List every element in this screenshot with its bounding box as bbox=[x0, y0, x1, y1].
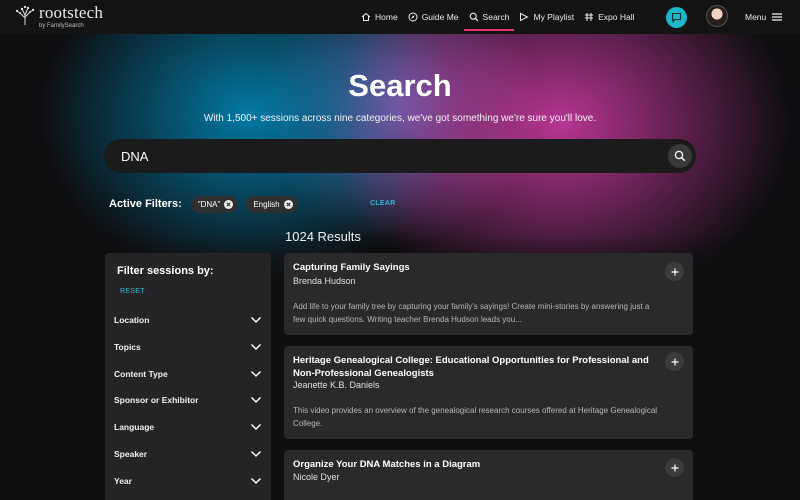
result-card[interactable]: Organize Your DNA Matches in a Diagram N… bbox=[284, 450, 693, 500]
facet-sponsor-or-exhibitor[interactable]: Sponsor or Exhibitor bbox=[114, 392, 262, 408]
remove-filter-icon[interactable] bbox=[283, 199, 293, 209]
nav-guide-me-label: Guide Me bbox=[421, 12, 459, 22]
facet-label: Year bbox=[114, 476, 132, 486]
chevron-down-icon bbox=[250, 450, 262, 458]
add-to-playlist-button[interactable] bbox=[665, 262, 684, 281]
page-title: Search bbox=[348, 68, 452, 103]
chevron-down-icon bbox=[250, 423, 262, 431]
search-input[interactable] bbox=[121, 148, 641, 164]
home-icon bbox=[361, 12, 371, 21]
result-author: Brenda Hudson bbox=[293, 276, 356, 286]
avatar[interactable] bbox=[706, 5, 728, 27]
chat-icon bbox=[671, 12, 682, 23]
plus-icon bbox=[671, 358, 678, 365]
chat-button[interactable] bbox=[666, 7, 687, 28]
filter-chip-english[interactable]: English bbox=[246, 195, 298, 213]
plus-icon bbox=[671, 464, 678, 471]
menu-button[interactable]: Menu bbox=[745, 0, 783, 34]
filter-chip-label: "DNA" bbox=[197, 199, 221, 209]
playlist-icon bbox=[520, 12, 530, 22]
search-bar bbox=[104, 139, 696, 173]
search-icon bbox=[469, 12, 478, 22]
hamburger-icon bbox=[772, 13, 783, 21]
facet-content-type[interactable]: Content Type bbox=[114, 366, 262, 382]
remove-filter-icon[interactable] bbox=[224, 199, 234, 209]
reset-link[interactable]: RESET bbox=[120, 288, 145, 295]
filter-chip-label: English bbox=[253, 199, 280, 209]
result-author: Nicole Dyer bbox=[293, 472, 340, 482]
result-title[interactable]: Heritage Genealogical College: Education… bbox=[293, 355, 663, 380]
nav-search[interactable]: Search bbox=[463, 0, 515, 34]
sidebar-title: Filter sessions by: bbox=[117, 265, 214, 277]
nav-my-playlist[interactable]: My Playlist bbox=[514, 0, 579, 34]
nav-my-playlist-label: My Playlist bbox=[533, 12, 575, 22]
result-title[interactable]: Organize Your DNA Matches in a Diagram bbox=[293, 459, 663, 472]
facet-label: Topics bbox=[114, 342, 141, 352]
chevron-down-icon bbox=[250, 396, 262, 404]
result-title[interactable]: Capturing Family Sayings bbox=[293, 262, 663, 275]
nav-expo-hall-label: Expo Hall bbox=[598, 12, 635, 22]
facet-location[interactable]: Location bbox=[114, 312, 262, 328]
menu-label: Menu bbox=[745, 12, 767, 22]
chevron-down-icon bbox=[250, 370, 262, 378]
add-to-playlist-button[interactable] bbox=[665, 352, 684, 371]
facet-label: Sponsor or Exhibitor bbox=[114, 395, 199, 405]
chevron-down-icon bbox=[250, 316, 262, 324]
result-card[interactable]: Capturing Family Sayings Brenda Hudson A… bbox=[284, 253, 693, 335]
plus-icon bbox=[671, 268, 678, 275]
tree-logo-icon bbox=[15, 5, 35, 25]
logo-name: rootstech bbox=[39, 3, 104, 22]
active-filters-label: Active Filters: bbox=[109, 198, 182, 210]
add-to-playlist-button[interactable] bbox=[665, 458, 684, 477]
result-description: Add life to your family tree by capturin… bbox=[293, 302, 650, 324]
facet-year[interactable]: Year bbox=[114, 473, 262, 489]
rootstech-logo[interactable]: rootstech by FamilySearch bbox=[14, 4, 103, 29]
facet-label: Location bbox=[114, 315, 150, 325]
facet-label: Speaker bbox=[114, 449, 148, 459]
chevron-down-icon bbox=[250, 343, 262, 351]
facet-speaker[interactable]: Speaker bbox=[114, 446, 262, 462]
result-card[interactable]: Heritage Genealogical College: Education… bbox=[284, 346, 693, 439]
search-button[interactable] bbox=[668, 144, 692, 168]
clear-filters-link[interactable]: CLEAR bbox=[370, 200, 396, 207]
nav-home-label: Home bbox=[375, 12, 398, 22]
search-icon bbox=[674, 150, 686, 162]
facet-label: Language bbox=[114, 422, 155, 432]
compass-icon bbox=[408, 12, 418, 22]
page-subtitle: With 1,500+ sessions across nine categor… bbox=[203, 113, 597, 124]
filter-sidebar: Filter sessions by: RESET Location Topic… bbox=[105, 253, 271, 500]
result-description: This video provides an overview of the g… bbox=[293, 406, 658, 428]
results-count: 1024 Results bbox=[285, 229, 361, 244]
nav-home[interactable]: Home bbox=[356, 0, 403, 34]
facet-topics[interactable]: Topics bbox=[114, 339, 262, 355]
result-author: Jeanette K.B. Daniels bbox=[293, 380, 380, 390]
nav-search-label: Search bbox=[482, 12, 510, 22]
nav-expo-hall[interactable]: Expo Hall bbox=[579, 0, 639, 34]
facet-label: Content Type bbox=[114, 369, 168, 379]
nav-guide-me[interactable]: Guide Me bbox=[403, 0, 464, 34]
facet-language[interactable]: Language bbox=[114, 419, 262, 435]
chevron-down-icon bbox=[250, 477, 262, 485]
expo-icon bbox=[585, 13, 594, 21]
active-filters: Active Filters: "DNA" English bbox=[109, 195, 306, 213]
filter-chip-dna[interactable]: "DNA" bbox=[190, 195, 239, 213]
top-nav: rootstech by FamilySearch Home Guide Me … bbox=[0, 0, 800, 34]
main-nav: Home Guide Me Search My Playlist Expo Ha… bbox=[356, 0, 640, 34]
logo-sub: by FamilySearch bbox=[39, 23, 84, 29]
